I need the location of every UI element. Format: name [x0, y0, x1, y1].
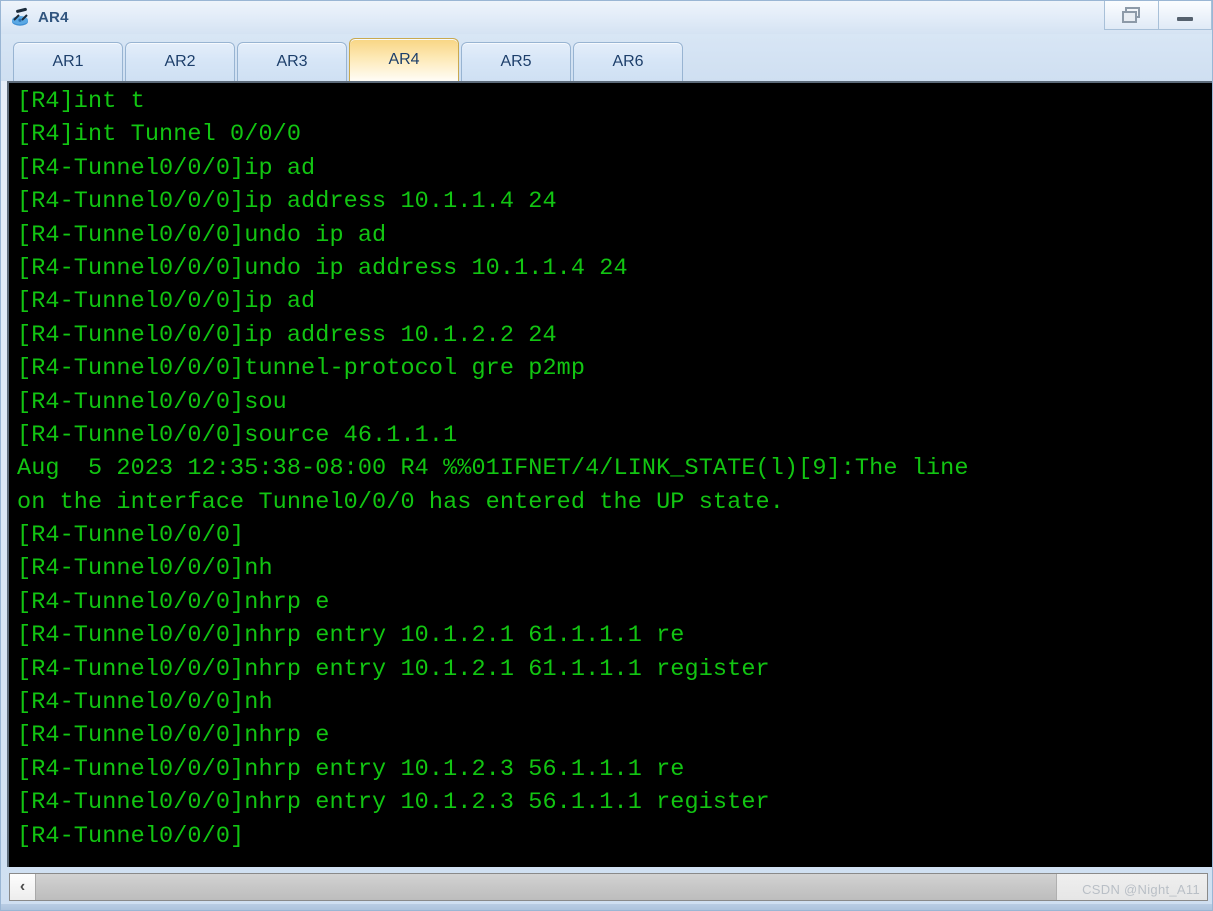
tab-label: AR4 — [388, 51, 420, 68]
title-bar-left: AR4 — [1, 1, 69, 34]
terminal-output[interactable]: [R4]int t [R4]int Tunnel 0/0/0 [R4-Tunnel0… — [9, 83, 1212, 867]
terminal-line: [R4-Tunnel0/0/0]ip ad — [17, 154, 316, 182]
restore-icon — [1121, 6, 1142, 24]
terminal-frame: [R4]int t [R4]int Tunnel 0/0/0 [R4-Tunnel0… — [7, 81, 1212, 867]
tab-label: AR6 — [612, 53, 644, 70]
terminal-line: [R4-Tunnel0/0/0]source 46.1.1.1 — [17, 421, 458, 449]
tab-ar2[interactable]: AR2 — [125, 42, 235, 81]
tab-ar1[interactable]: AR1 — [13, 42, 123, 81]
terminal-line: on the interface Tunnel0/0/0 has entered… — [17, 488, 784, 516]
terminal-line: [R4]int t — [17, 88, 145, 115]
tab-ar6[interactable]: AR6 — [573, 42, 683, 81]
scrollbar-thumb[interactable] — [36, 874, 1057, 900]
horizontal-scrollbar[interactable]: ‹ — [9, 873, 1208, 901]
tab-label: AR2 — [164, 53, 196, 70]
terminal-line: [R4-Tunnel0/0/0] — [17, 822, 245, 850]
device-tab-strip: AR1 AR2 AR3 AR4 AR5 AR6 — [1, 34, 1212, 81]
window-bottom-frame — [1, 904, 1212, 910]
title-bar: AR4 — [1, 1, 1212, 34]
terminal-line: [R4-Tunnel0/0/0]tunnel-protocol gre p2mp — [17, 355, 586, 383]
minimize-button[interactable] — [1158, 1, 1212, 30]
router-cli-window: AR4 AR1 AR2 AR3 AR4 AR5 AR6 [R4]int t [R4… — [0, 0, 1213, 911]
scroll-left-button[interactable]: ‹ — [10, 874, 36, 900]
minimize-icon — [1177, 16, 1193, 21]
terminal-line: [R4-Tunnel0/0/0]nhrp e — [17, 722, 330, 750]
terminal-line: [R4-Tunnel0/0/0]ip ad — [17, 288, 316, 316]
terminal-line: [R4-Tunnel0/0/0]nh — [17, 555, 273, 583]
tab-ar3[interactable]: AR3 — [237, 42, 347, 81]
terminal-line: [R4-Tunnel0/0/0]undo ip address 10.1.1.4… — [17, 254, 628, 282]
terminal-line: [R4-Tunnel0/0/0] — [17, 522, 245, 550]
router-icon — [10, 7, 32, 29]
terminal-line: [R4-Tunnel0/0/0]nh — [17, 689, 273, 717]
terminal-line: [R4-Tunnel0/0/0]nhrp entry 10.1.2.1 61.1… — [17, 622, 685, 650]
restore-button[interactable] — [1104, 1, 1158, 30]
terminal-line: [R4-Tunnel0/0/0]nhrp entry 10.1.2.3 56.1… — [17, 755, 685, 783]
tab-label: AR5 — [500, 53, 532, 70]
terminal-line: Aug 5 2023 12:35:38-08:00 R4 %%01IFNET/4… — [17, 455, 969, 483]
terminal-line: [R4-Tunnel0/0/0]ip address 10.1.1.4 24 — [17, 188, 557, 216]
tab-ar4[interactable]: AR4 — [349, 38, 459, 81]
tab-label: AR1 — [52, 53, 84, 70]
window-title: AR4 — [38, 9, 69, 26]
tab-label: AR3 — [276, 53, 308, 70]
tab-ar5[interactable]: AR5 — [461, 42, 571, 81]
terminal-line: [R4-Tunnel0/0/0]nhrp entry 10.1.2.1 61.1… — [17, 655, 770, 683]
window-controls — [1104, 1, 1212, 31]
terminal-line: [R4-Tunnel0/0/0]nhrp entry 10.1.2.3 56.1… — [17, 789, 770, 817]
chevron-left-icon: ‹ — [19, 878, 26, 895]
terminal-line: [R4-Tunnel0/0/0]ip address 10.1.2.2 24 — [17, 321, 557, 349]
terminal-line: [R4]int Tunnel 0/0/0 — [17, 121, 302, 149]
terminal-line: [R4-Tunnel0/0/0]undo ip ad — [17, 221, 387, 249]
terminal-line: [R4-Tunnel0/0/0]nhrp e — [17, 588, 330, 616]
watermark: CSDN @Night_A11 — [1082, 882, 1200, 897]
terminal-line: [R4-Tunnel0/0/0]sou — [17, 388, 287, 416]
